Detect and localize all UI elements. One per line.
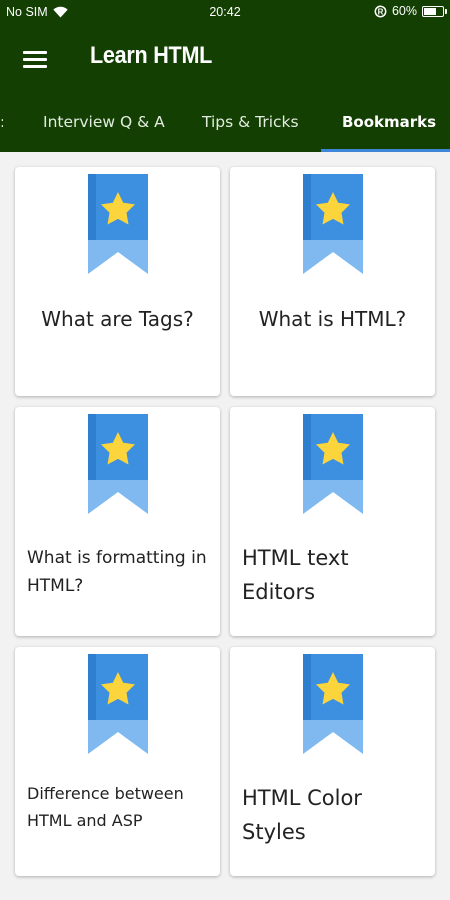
tab-bar: Interview Q & A Tips & Tricks Bookmarks <box>0 94 450 152</box>
tab-indicator <box>321 149 450 152</box>
status-bar: No SIM 20:42 R 60% <box>0 0 450 24</box>
bookmarks-grid: What are Tags? What is HTML? What is for… <box>15 167 436 876</box>
svg-text:R: R <box>378 7 384 16</box>
hamburger-icon-line <box>23 57 47 61</box>
bookmark-star-icon <box>303 654 363 754</box>
bookmark-title: What are Tags? <box>41 307 194 331</box>
status-right: R 60% <box>374 4 447 18</box>
app-title: Learn HTML <box>90 42 213 69</box>
bookmark-star-icon <box>88 414 148 514</box>
bookmark-card[interactable]: What is HTML? <box>230 167 435 396</box>
bookmark-title: HTML text Editors <box>242 546 349 604</box>
battery-percent: 60% <box>391 4 417 18</box>
tab-scroll-edge: : <box>0 113 3 129</box>
app-bar: Learn HTML <box>0 24 450 94</box>
bookmark-card[interactable]: What are Tags? <box>15 167 220 396</box>
hamburger-icon-line <box>23 50 47 54</box>
bookmark-title: What is HTML? <box>258 307 407 331</box>
bookmark-card[interactable]: What is formatting in HTML? <box>15 407 220 636</box>
data-saver-icon: R <box>374 5 387 17</box>
bookmark-title: HTML Color Styles <box>242 786 362 844</box>
tab-interview-qa[interactable]: Interview Q & A <box>43 94 165 152</box>
bookmark-title: Difference between HTML and ASP <box>27 784 184 830</box>
bookmark-star-icon <box>88 654 148 754</box>
bookmark-star-icon <box>88 174 148 274</box>
bookmark-title: What is formatting in HTML? <box>27 548 207 596</box>
bookmark-star-icon <box>303 174 363 274</box>
hamburger-icon-line <box>23 64 47 68</box>
bookmark-card[interactable]: HTML text Editors <box>230 407 435 636</box>
tab-tips-tricks[interactable]: Tips & Tricks <box>202 94 299 152</box>
bookmark-card[interactable]: Difference between HTML and ASP <box>15 647 220 876</box>
tab-bookmarks[interactable]: Bookmarks <box>342 94 436 152</box>
battery-icon <box>422 5 447 17</box>
bookmark-card[interactable]: HTML Color Styles <box>230 647 435 876</box>
battery-fill <box>424 7 436 15</box>
bookmark-star-icon <box>303 414 363 514</box>
menu-button[interactable] <box>18 42 52 76</box>
